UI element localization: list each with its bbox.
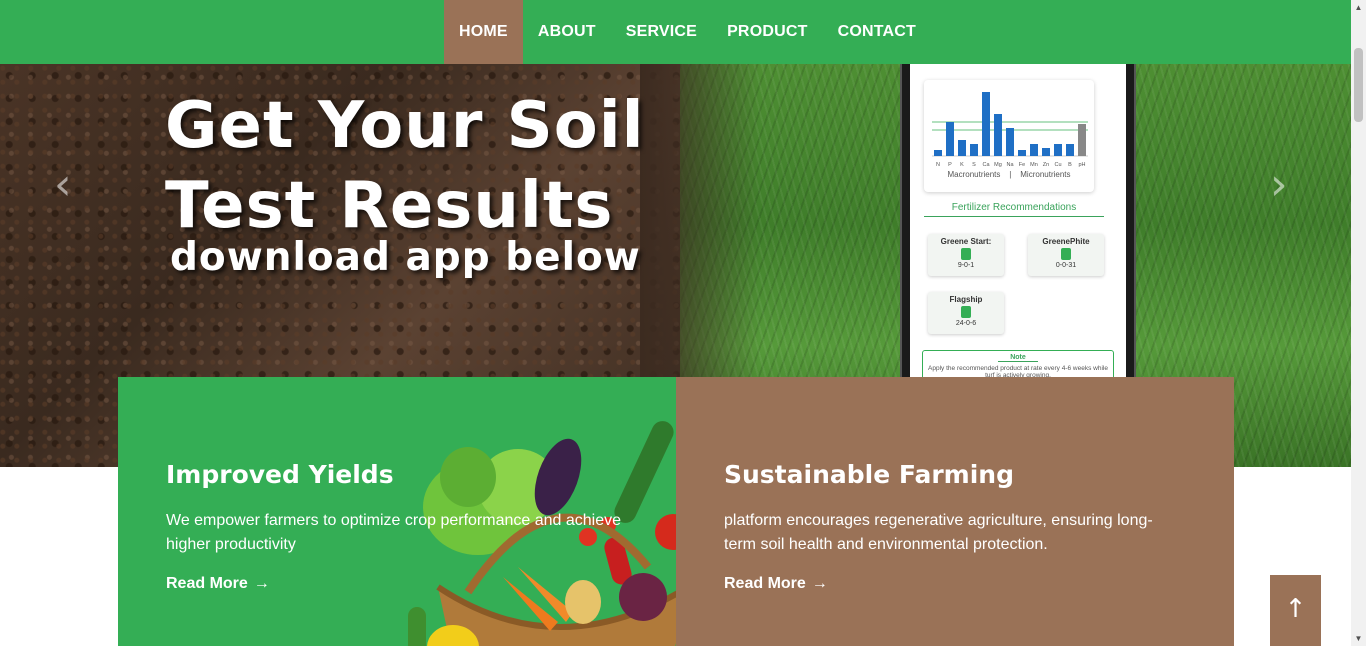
card-text: platform encourages regenerative agricul… <box>724 512 1153 553</box>
arrow-up-icon: ↑ <box>1284 594 1307 624</box>
product-npk: 9-0-1 <box>957 262 975 269</box>
nutrient-chart-card: N P K S Ca Mg Na Fe Mn Zn Cu BpH Macronutrients | M… <box>924 80 1094 192</box>
note-title: Note <box>998 354 1038 362</box>
chart-tick-label: S <box>972 162 976 168</box>
macronutrients-label: Macronutrients <box>947 170 1001 179</box>
jug-icon <box>961 306 971 318</box>
jug-icon <box>1061 248 1071 260</box>
chart-bar <box>958 140 966 156</box>
hero-title: Get Your Soil Test Results <box>165 86 645 246</box>
chart-bar <box>946 122 954 156</box>
chart-tick-label: Na <box>1006 162 1014 168</box>
scroll-up-icon[interactable]: ▲ <box>1351 0 1366 15</box>
product-npk: 24-0-6 <box>955 320 977 327</box>
nav-item-contact[interactable]: CONTACT <box>823 0 931 64</box>
product-card[interactable]: Flagship 24-0-6 <box>928 292 1004 334</box>
hero-subtitle: download app below <box>170 235 641 280</box>
nav-item-product[interactable]: PRODUCT <box>712 0 823 64</box>
product-card[interactable]: GreenePhite 0-0-31 <box>1028 234 1104 276</box>
chart-tick-label: Cu <box>1054 162 1061 168</box>
chart-tick-label: Mg <box>994 162 1002 168</box>
jug-icon <box>961 248 971 260</box>
nav-item-service[interactable]: SERVICE <box>611 0 712 64</box>
card-title: Improved Yields <box>166 460 394 489</box>
chart-tick-label: Ca <box>982 162 990 168</box>
read-more-label: Read More <box>166 575 248 592</box>
page: HOME ABOUT SERVICE PRODUCT CONTACT Get Y… <box>0 0 1366 646</box>
chart-tick-label: P <box>948 162 952 168</box>
back-to-top-button[interactable]: ↑ <box>1270 575 1321 646</box>
scrollbar[interactable]: ▲ ▼ <box>1351 0 1366 646</box>
product-npk: 0-0-31 <box>1055 262 1077 269</box>
nav-item-home[interactable]: HOME <box>444 0 523 64</box>
card-title: Sustainable Farming <box>724 460 1014 489</box>
chart-tick-label: B <box>1068 162 1072 168</box>
hero-title-line-1: Get Your Soil <box>165 89 645 163</box>
chart-bar <box>934 150 942 156</box>
chart-bar <box>1030 144 1038 156</box>
scroll-down-icon[interactable]: ▼ <box>1351 631 1366 646</box>
chart-tick-label: Zn <box>1043 162 1049 168</box>
chart-bar <box>994 114 1002 156</box>
chart-bar <box>1078 124 1086 156</box>
fertilizer-recommendations-title: Fertilizer Recommendations <box>924 202 1104 217</box>
nutrient-bar-chart: N P K S Ca Mg Na Fe Mn Zn Cu BpH <box>932 92 1088 168</box>
chart-tick-label: Fe <box>1019 162 1025 168</box>
scrollbar-thumb[interactable] <box>1354 48 1363 122</box>
chart-bar <box>1054 144 1062 156</box>
chart-tick-label: N <box>936 162 940 168</box>
chart-bar <box>1042 148 1050 156</box>
chart-tick-label: pH <box>1078 162 1085 168</box>
chevron-right-icon[interactable]: › <box>1270 162 1300 208</box>
feature-card-improved-yields: Improved Yields We empower farmers to op… <box>118 377 676 646</box>
product-name: Flagship <box>949 295 983 304</box>
nav-item-about[interactable]: ABOUT <box>523 0 611 64</box>
read-more-link[interactable]: Read More → <box>166 573 270 595</box>
micronutrients-label: Micronutrients <box>1020 170 1071 179</box>
arrow-right-icon: → <box>811 575 828 592</box>
chart-tick-label: K <box>960 162 964 168</box>
chart-tick-label: Mn <box>1030 162 1038 168</box>
navbar: HOME ABOUT SERVICE PRODUCT CONTACT <box>0 0 1351 64</box>
card-text: We empower farmers to optimize crop perf… <box>166 512 622 553</box>
chart-bar <box>1018 150 1026 156</box>
hero-title-line-2: Test Results <box>165 169 614 243</box>
product-name: GreenePhite <box>1042 237 1090 246</box>
chart-bar <box>1066 144 1074 156</box>
chart-x-labels: N P K S Ca Mg Na Fe Mn Zn Cu BpH <box>936 162 1086 168</box>
product-card[interactable]: Greene Start: 9-0-1 <box>928 234 1004 276</box>
chart-caption: Macronutrients | Micronutrients <box>924 170 1094 179</box>
feature-card-sustainable-farming: Sustainable Farming platform encourages … <box>676 377 1234 646</box>
caption-separator: | <box>1009 170 1012 179</box>
product-name: Greene Start: <box>940 237 992 246</box>
chart-bar <box>982 92 990 156</box>
arrow-right-icon: → <box>253 575 270 592</box>
chart-bar <box>970 144 978 156</box>
chart-bar <box>1006 128 1014 156</box>
chevron-left-icon[interactable]: ‹ <box>54 162 84 208</box>
nav-menu: HOME ABOUT SERVICE PRODUCT CONTACT <box>444 0 931 64</box>
read-more-label: Read More <box>724 575 806 592</box>
read-more-link[interactable]: Read More → <box>724 573 828 595</box>
